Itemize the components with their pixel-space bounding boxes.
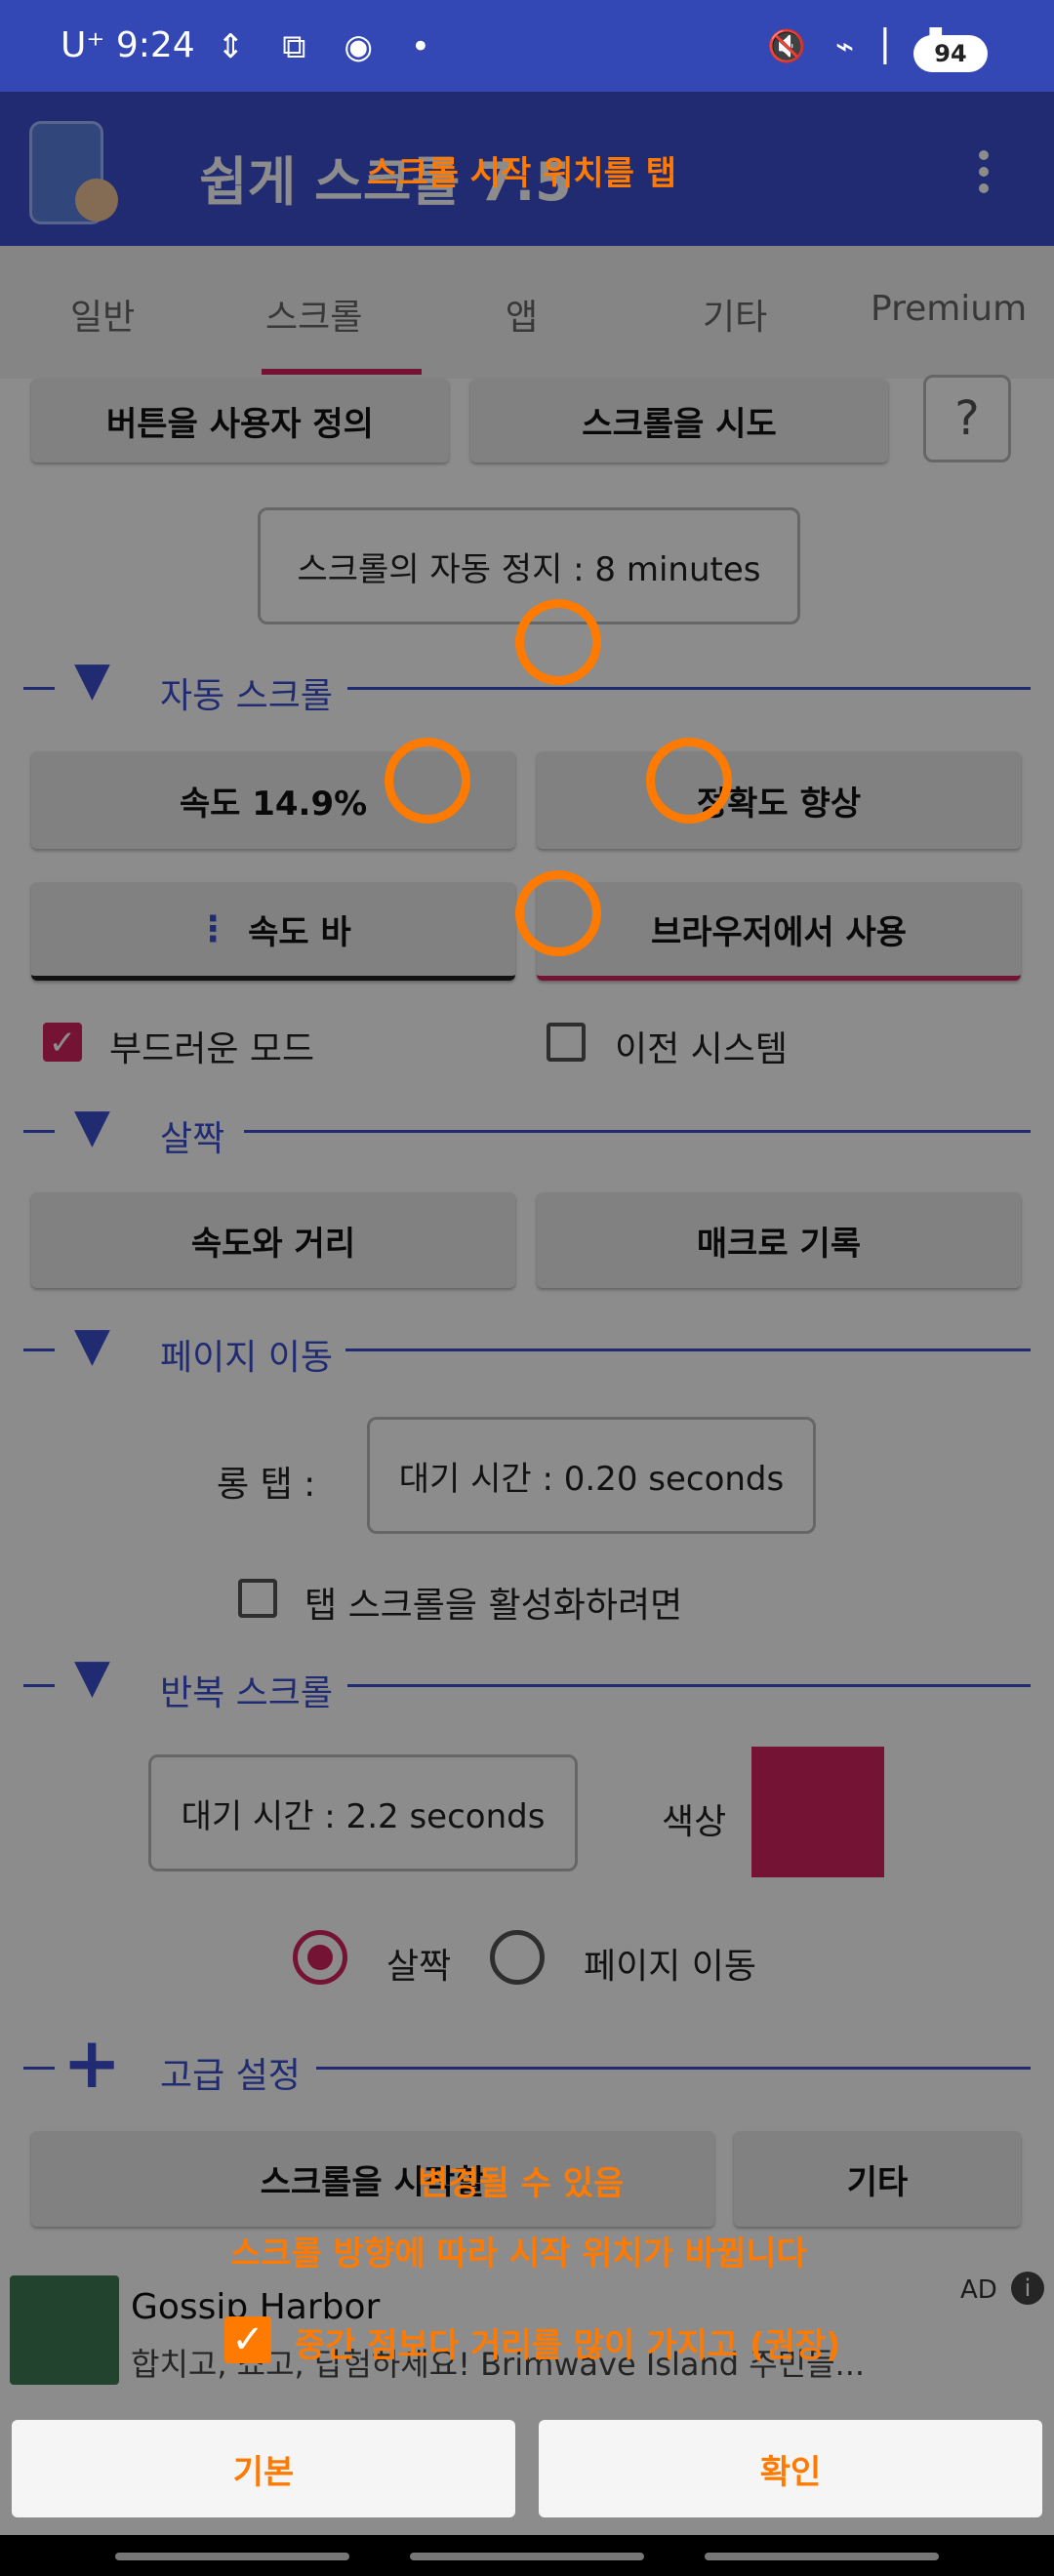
battery-indicator: 94	[913, 35, 988, 72]
hint-can-change: 변경될 수 있음	[418, 2164, 625, 2203]
status-bar: U⁺ 9:24 ⇕ ⧉ ◉ • 🔇 ⌁ ▏▐ 94	[0, 0, 1054, 92]
confirm-button[interactable]: 확인	[539, 2420, 1042, 2517]
start-position-target[interactable]	[515, 599, 601, 685]
nav-pill[interactable]	[705, 2553, 939, 2560]
status-icons-left: ⇕ ⧉ ◉ •	[217, 27, 444, 66]
start-position-target[interactable]	[646, 738, 732, 824]
distance-checkbox[interactable]: ✓	[224, 2316, 271, 2363]
system-nav-bar	[0, 2535, 1054, 2576]
start-position-target[interactable]	[385, 738, 470, 824]
start-position-target[interactable]	[515, 870, 601, 956]
nav-pill[interactable]	[410, 2553, 644, 2560]
nav-pill[interactable]	[115, 2553, 349, 2560]
status-time: U⁺ 9:24	[61, 25, 195, 65]
hint-direction: 스크롤 방향에 따라 시작 위치가 바뀝니다	[230, 2234, 807, 2274]
hint-tap-start-position: 스크롤 시작 위치를 탭	[367, 154, 677, 193]
default-button[interactable]: 기본	[12, 2420, 515, 2517]
hint-distance-label: 중간 점보다 거리를 많이 가지고 (권장)	[295, 2326, 841, 2365]
